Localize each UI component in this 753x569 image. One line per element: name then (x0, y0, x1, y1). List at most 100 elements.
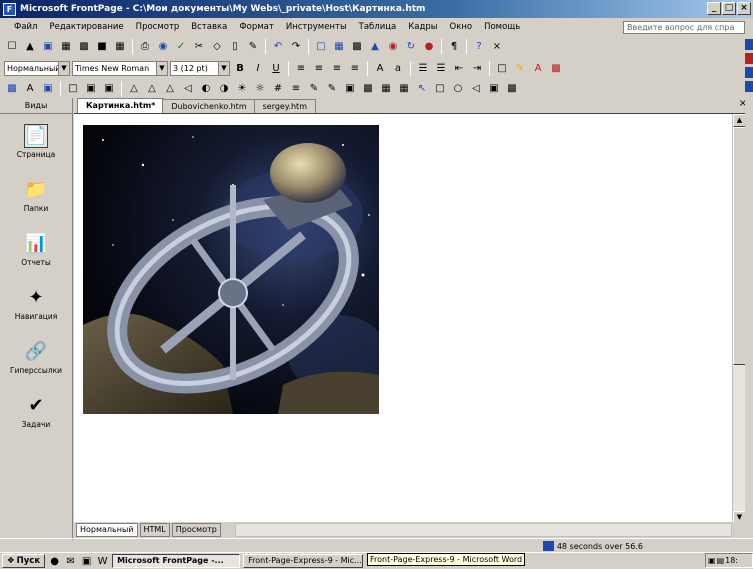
justify-icon[interactable]: ≡ (347, 60, 363, 76)
open-icon[interactable]: ▲ (22, 38, 38, 54)
word-quick-icon[interactable]: W (96, 555, 109, 568)
chevron-down-icon[interactable]: ▼ (218, 61, 229, 75)
view-tasks[interactable]: ✔ Задачи (0, 384, 72, 438)
highlight-icon[interactable]: ✎ (512, 60, 528, 76)
redo-icon[interactable]: ↷ (288, 38, 304, 54)
tab-dubovichenko[interactable]: Dubovichenko.htm (162, 99, 256, 113)
align-left-icon[interactable]: ≡ (293, 60, 309, 76)
ask-question-input[interactable]: Введите вопрос для спра (623, 21, 745, 34)
less-brightness-icon[interactable]: ☼ (252, 80, 268, 96)
insert-table-icon[interactable]: ▦ (331, 38, 347, 54)
space-station-picture[interactable] (83, 125, 379, 414)
restore-button[interactable]: □ (722, 2, 736, 15)
preview-icon[interactable]: ◉ (155, 38, 171, 54)
rotate-right-icon[interactable]: △ (144, 80, 160, 96)
font-select[interactable]: Times New Roman ▼ (72, 60, 168, 76)
circular-hotspot-icon[interactable]: ○ (450, 80, 466, 96)
menu-insert[interactable]: Вставка (185, 22, 233, 32)
page-editor[interactable] (74, 114, 732, 522)
menu-format[interactable]: Формат (233, 22, 280, 32)
format-painter-icon[interactable]: ✎ (245, 38, 261, 54)
menu-file[interactable]: Файл (8, 22, 43, 32)
position-absolute-icon[interactable]: □ (65, 80, 81, 96)
auto-thumbnail-icon[interactable]: ▣ (40, 80, 56, 96)
more-brightness-icon[interactable]: ☀ (234, 80, 250, 96)
menu-help[interactable]: Помощь (478, 22, 526, 32)
more-contrast-icon[interactable]: ◐ (198, 80, 214, 96)
close-button[interactable]: × (737, 2, 751, 15)
border-icon[interactable]: □ (494, 60, 510, 76)
rectangular-hotspot-icon[interactable]: □ (432, 80, 448, 96)
insert-picture-small-icon[interactable]: ▩ (548, 60, 564, 76)
stop-icon[interactable]: ● (421, 38, 437, 54)
align-right-icon[interactable]: ≡ (329, 60, 345, 76)
horizontal-scrollbar[interactable] (235, 523, 732, 537)
bold-button[interactable]: B (232, 60, 248, 76)
view-page[interactable]: 📄 Страница (0, 114, 72, 168)
send-backward-icon[interactable]: ▣ (101, 80, 117, 96)
tray-icon[interactable]: ▤ (717, 556, 725, 565)
minimize-button[interactable]: _ (707, 2, 721, 15)
text-icon[interactable]: A (22, 80, 38, 96)
help-icon[interactable]: ? (471, 38, 487, 54)
bevel-icon[interactable]: ▦ (378, 80, 394, 96)
black-white-icon[interactable]: ▣ (342, 80, 358, 96)
spelling-icon[interactable]: ✓ (173, 38, 189, 54)
flip-horizontal-icon[interactable]: △ (162, 80, 178, 96)
publish-icon[interactable]: ▦ (58, 38, 74, 54)
decrease-font-icon[interactable]: a (390, 60, 406, 76)
chevron-down-icon[interactable]: ▼ (58, 61, 69, 75)
font-size-select[interactable]: 3 (12 pt) ▼ (170, 60, 230, 76)
menu-edit[interactable]: Редактирование (43, 22, 129, 32)
web-component-icon[interactable]: ■ (94, 38, 110, 54)
tab-sergey[interactable]: sergey.htm (253, 99, 316, 113)
taskbar-frontpage[interactable]: Microsoft FrontPage -... (112, 554, 241, 568)
refresh-icon[interactable]: ↻ (403, 38, 419, 54)
copy-icon[interactable]: ◇ (209, 38, 225, 54)
increase-indent-icon[interactable]: ⇥ (469, 60, 485, 76)
less-contrast-icon[interactable]: ◑ (216, 80, 232, 96)
hyperlink-icon[interactable]: ◉ (385, 38, 401, 54)
rotate-left-icon[interactable]: △ (126, 80, 142, 96)
style-select[interactable]: Нормальный ▼ (4, 60, 70, 76)
decrease-indent-icon[interactable]: ⇤ (451, 60, 467, 76)
desktop-icon[interactable]: ▣ (80, 555, 93, 568)
view-folders[interactable]: 📁 Папки (0, 168, 72, 222)
tab-kartinka[interactable]: Картинка.htm* (77, 98, 165, 113)
align-center-icon[interactable]: ≡ (311, 60, 327, 76)
chevron-down-icon[interactable]: ▼ (156, 61, 167, 75)
tab-html[interactable]: HTML (139, 523, 170, 537)
highlight-hotspots-icon[interactable]: ▣ (486, 80, 502, 96)
tab-preview[interactable]: Просмотр (171, 523, 221, 537)
view-reports[interactable]: 📊 Отчеты (0, 222, 72, 276)
resample-icon[interactable]: ▦ (396, 80, 412, 96)
wash-out-icon[interactable]: ▩ (360, 80, 376, 96)
insert-picture-icon[interactable]: ▩ (4, 80, 20, 96)
italic-button[interactable]: I (250, 60, 266, 76)
menu-table[interactable]: Таблица (353, 22, 403, 32)
crop-icon[interactable]: # (270, 80, 286, 96)
set-transparent-icon[interactable]: ✎ (324, 80, 340, 96)
taskbar-word[interactable]: Front-Page-Express-9 - Mic... (243, 554, 364, 568)
toolbar-options-icon[interactable]: × (489, 38, 505, 54)
save-icon[interactable]: ▣ (40, 38, 56, 54)
tab-normal[interactable]: Нормальный (76, 523, 138, 537)
table-icon[interactable]: ▦ (112, 38, 128, 54)
menu-view[interactable]: Просмотр (130, 22, 186, 32)
print-icon[interactable]: ⎙ (137, 38, 153, 54)
numbered-list-icon[interactable]: ☰ (415, 60, 431, 76)
show-all-icon[interactable]: ¶ (446, 38, 462, 54)
new-page-icon[interactable]: ☐ (4, 38, 20, 54)
tray-icon[interactable]: ▣ (708, 556, 716, 565)
start-button[interactable]: ❖ Пуск (2, 554, 46, 568)
insert-component-icon[interactable]: □ (313, 38, 329, 54)
menu-window[interactable]: Окно (444, 22, 479, 32)
cut-icon[interactable]: ✂ (191, 38, 207, 54)
view-hyperlinks[interactable]: 🔗 Гиперссылки (0, 330, 72, 384)
drawing-icon[interactable]: ▲ (367, 38, 383, 54)
folder-list-icon[interactable]: ▩ (76, 38, 92, 54)
vertical-scrollbar[interactable]: ▲ ▼ (732, 114, 746, 524)
bulleted-list-icon[interactable]: ☰ (433, 60, 449, 76)
format-picture-icon[interactable]: ✎ (306, 80, 322, 96)
font-color-icon[interactable]: A (530, 60, 546, 76)
